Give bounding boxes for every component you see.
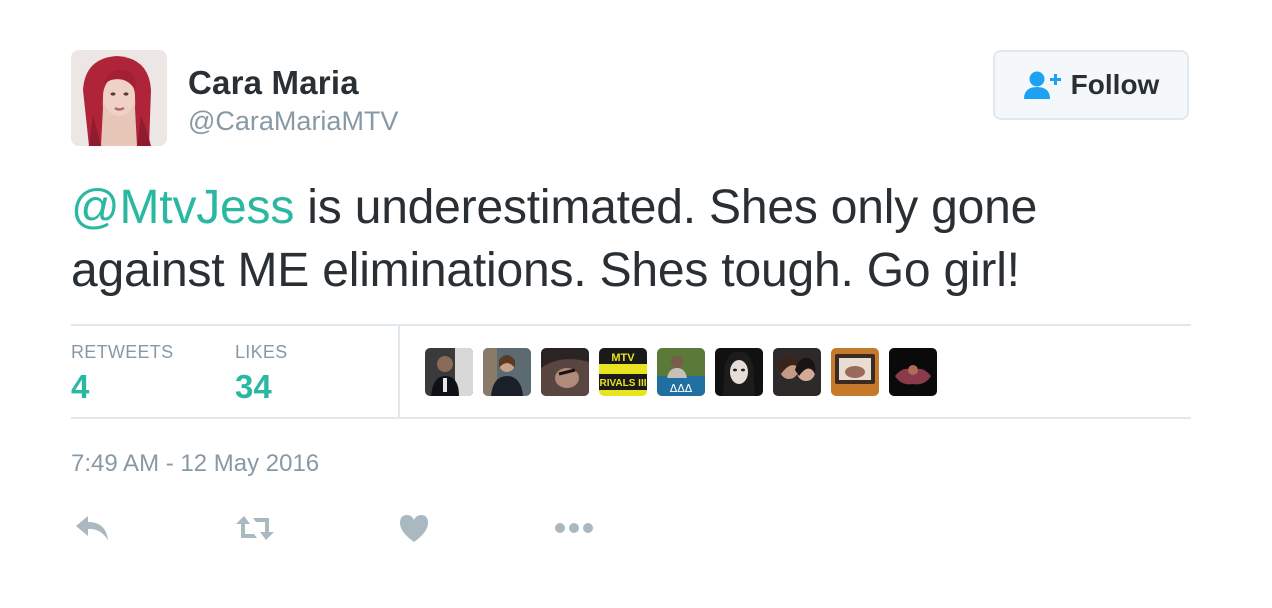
user-display-name[interactable]: Cara Maria xyxy=(188,64,359,102)
retweet-button[interactable] xyxy=(235,508,275,548)
tweet-line-1-text: is underestimated. Shes only gone xyxy=(294,181,1038,234)
liker-avatar-4-top-text: MTV xyxy=(611,352,635,364)
tweet-timestamp[interactable]: 7:49 AM - 12 May 2016 xyxy=(71,450,319,478)
follow-button-label: Follow xyxy=(1070,69,1160,100)
profile-avatar-image xyxy=(71,50,167,146)
like-heart-icon xyxy=(400,515,428,542)
mention-link[interactable]: @MtvJess xyxy=(71,181,294,234)
likes-label[interactable]: LIKES xyxy=(235,342,288,363)
liker-avatar-4[interactable]: MTV RIVALS III xyxy=(599,348,647,396)
retweet-icon xyxy=(236,516,274,540)
stats-bottom-divider xyxy=(71,417,1191,419)
follow-button[interactable]: Follow xyxy=(993,50,1189,120)
liker-avatar-9[interactable] xyxy=(889,348,937,396)
liker-avatar-1[interactable] xyxy=(425,348,473,396)
liker-avatar-7[interactable] xyxy=(773,348,821,396)
liker-avatar-5[interactable]: ΔΔΔ xyxy=(657,348,705,396)
reply-button[interactable] xyxy=(74,508,110,548)
likes-count[interactable]: 34 xyxy=(235,368,272,406)
add-user-icon xyxy=(1023,71,1061,99)
retweets-count[interactable]: 4 xyxy=(71,368,89,406)
liker-avatar-6[interactable] xyxy=(715,348,763,396)
reply-icon xyxy=(76,516,108,540)
stats-vertical-divider xyxy=(398,325,400,418)
user-handle[interactable]: @CaraMariaMTV xyxy=(188,106,398,137)
liker-avatars: MTV RIVALS III ΔΔΔ xyxy=(425,348,947,396)
liker-avatar-5-text: ΔΔΔ xyxy=(670,382,693,395)
retweets-label[interactable]: RETWEETS xyxy=(71,342,173,363)
more-button[interactable] xyxy=(554,508,594,548)
profile-avatar[interactable] xyxy=(71,50,167,146)
liker-avatar-8[interactable] xyxy=(831,348,879,396)
liker-avatar-4-bottom-text: RIVALS III xyxy=(599,378,646,389)
more-icon xyxy=(555,523,593,533)
liker-avatar-3[interactable] xyxy=(541,348,589,396)
tweet-line-2: against ME eliminations. Shes tough. Go … xyxy=(71,244,1020,297)
liker-avatar-2[interactable] xyxy=(483,348,531,396)
stats-top-divider xyxy=(71,324,1191,326)
like-button[interactable] xyxy=(398,508,430,548)
tweet-text: @MtvJess is underestimated. Shes only go… xyxy=(71,176,1191,302)
tweet-line-1: @MtvJess is underestimated. Shes only go… xyxy=(71,176,1191,239)
